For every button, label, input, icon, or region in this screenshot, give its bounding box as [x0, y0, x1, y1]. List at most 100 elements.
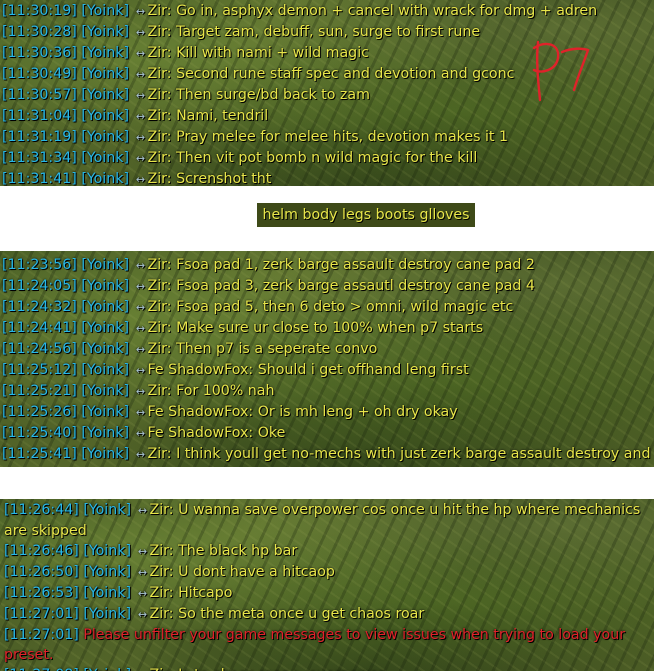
channel-tag[interactable]: [Yoink] [81, 87, 129, 103]
channel-tag[interactable]: [Yoink] [83, 667, 131, 671]
chat-message: [11:24:05] [Yoink] ↔ Zir: Fsoa pad 3, zer… [2, 276, 654, 297]
player-name[interactable]: Zir: [148, 45, 172, 61]
message-text: Then p7 is a seperate convo [176, 341, 378, 357]
player-name[interactable]: Fe ShadowFox: [148, 362, 254, 378]
player-name[interactable]: Zir: [150, 543, 174, 559]
timestamp: [11:27:01] [4, 606, 79, 622]
channel-tag[interactable]: [Yoink] [81, 129, 129, 145]
timestamp: [11:27:08] [4, 667, 79, 671]
channel-tag[interactable]: [Yoink] [81, 108, 129, 124]
chat-message: [11:26:46] [Yoink] ↔ Zir: The black hp ba… [4, 541, 654, 562]
channel-tag[interactable]: [Yoink] [83, 606, 131, 622]
player-name[interactable]: Zir: [148, 299, 172, 315]
rank-icon: ↔ [135, 427, 146, 440]
message-text: Or is mh leng + oh dry okay [257, 404, 458, 420]
channel-tag[interactable]: [Yoink] [83, 543, 131, 559]
chat-message: [11:31:41] [Yoink] ↔ Zir: Screnshot tht [2, 169, 654, 186]
channel-tag[interactable]: [Yoink] [81, 66, 129, 82]
player-name[interactable]: Zir: [148, 150, 172, 166]
rank-icon: ↔ [135, 173, 146, 186]
timestamp: [11:26:46] [4, 543, 79, 559]
timestamp: [11:30:36] [2, 45, 77, 61]
player-name[interactable]: Zir: [148, 24, 172, 40]
timestamp: [11:30:49] [2, 66, 77, 82]
rank-icon: ↔ [135, 364, 146, 377]
timestamp: [11:25:41] [2, 446, 77, 462]
rank-icon: ↔ [137, 587, 148, 600]
chat-message: [11:26:44] [Yoink] ↔ Zir: U wanna save ov… [4, 500, 654, 541]
player-name[interactable]: Zir: [148, 257, 172, 273]
timestamp: [11:25:26] [2, 404, 77, 420]
channel-tag[interactable]: [Yoink] [81, 3, 129, 19]
rank-icon: ↔ [137, 504, 148, 517]
channel-tag[interactable]: [Yoink] [81, 404, 129, 420]
player-name[interactable]: Zir: [150, 564, 174, 580]
channel-tag[interactable]: [Yoink] [81, 446, 129, 462]
player-name[interactable]: Zir: [148, 320, 172, 336]
message-text: Should i get offhand leng first [257, 362, 469, 378]
player-name[interactable]: Fe ShadowFox: [148, 404, 254, 420]
player-name[interactable]: Zir: [148, 446, 172, 462]
rank-icon: ↔ [135, 110, 146, 123]
rank-icon: ↔ [136, 666, 150, 671]
player-name[interactable]: Zir: [148, 3, 172, 19]
player-name[interactable]: Zir: [148, 171, 172, 186]
channel-tag[interactable]: [Yoink] [83, 502, 131, 518]
chat-message: [11:27:08] [Yoink] ↔Zir: Is to chaos roa… [4, 665, 654, 671]
channel-tag[interactable]: [Yoink] [83, 564, 131, 580]
channel-tag[interactable]: [Yoink] [81, 150, 129, 166]
player-name[interactable]: Zir: [148, 383, 172, 399]
channel-tag[interactable]: [Yoink] [81, 257, 129, 273]
player-name[interactable]: Zir: [148, 278, 172, 294]
channel-tag[interactable]: [Yoink] [81, 362, 129, 378]
timestamp: [11:23:56] [2, 257, 77, 273]
player-name[interactable]: Fe ShadowFox: [148, 425, 254, 441]
rank-icon: ↔ [135, 5, 146, 18]
timestamp: [11:31:04] [2, 108, 77, 124]
message-text: Fsoa pad 3, zerk barge assautl destroy c… [176, 278, 535, 294]
message-text: Nami, tendril [176, 108, 269, 124]
player-name[interactable]: Zir: [150, 502, 174, 518]
channel-tag[interactable]: [Yoink] [83, 585, 131, 601]
player-name[interactable]: Zir: [150, 585, 174, 601]
rank-icon: ↔ [137, 566, 148, 579]
chat-message: [11:27:01] [Yoink] ↔ Zir: So the meta onc… [4, 604, 654, 625]
channel-tag[interactable]: [Yoink] [81, 171, 129, 186]
chat-message: [11:27:01] Please unfilter your game mes… [4, 625, 654, 665]
channel-tag[interactable]: [Yoink] [81, 299, 129, 315]
player-name[interactable]: Zir: [148, 129, 172, 145]
channel-tag[interactable]: [Yoink] [81, 383, 129, 399]
player-name[interactable]: Zir: [148, 87, 172, 103]
chat-message: [11:25:21] [Yoink] ↔ Zir: For 100% nah [2, 381, 654, 402]
channel-tag[interactable]: [Yoink] [81, 341, 129, 357]
chat-message: [11:24:56] [Yoink] ↔ Zir: Then p7 is a se… [2, 339, 654, 360]
channel-tag[interactable]: [Yoink] [81, 24, 129, 40]
player-name[interactable]: Zir: [148, 341, 172, 357]
player-name[interactable]: Zir: [148, 66, 172, 82]
chat-message: [11:31:04] [Yoink] ↔ Zir: Nami, tendril [2, 106, 654, 127]
channel-tag[interactable]: [Yoink] [81, 320, 129, 336]
chat-panel-2: [11:23:56] [Yoink] ↔ Zir: Fsoa pad 1, zer… [0, 251, 654, 467]
chat-message: [11:23:56] [Yoink] ↔ Zir: Fsoa pad 1, zer… [2, 255, 654, 276]
rank-icon: ↔ [135, 448, 146, 461]
rank-icon: ↔ [135, 131, 146, 144]
chat-lines: [11:23:56] [Yoink] ↔ Zir: Fsoa pad 1, zer… [0, 255, 654, 467]
channel-tag[interactable]: [Yoink] [81, 425, 129, 441]
message-text: U dont have a hitcaop [178, 564, 335, 580]
chat-message: [11:26:50] [Yoink] ↔ Zir: U dont have a h… [4, 562, 654, 583]
rank-icon: ↔ [135, 322, 146, 335]
timestamp: [11:24:32] [2, 299, 77, 315]
message-text: Make sure ur close to 100% when p7 start… [176, 320, 484, 336]
chat-message: [11:25:12] [Yoink] ↔ Fe ShadowFox: Should… [2, 360, 654, 381]
chat-lines: [11:26:44] [Yoink] ↔ Zir: U wanna save ov… [0, 500, 654, 671]
channel-tag[interactable]: [Yoink] [81, 45, 129, 61]
message-text: Then surge/bd back to zam [176, 87, 370, 103]
rank-icon: ↔ [135, 301, 146, 314]
timestamp: [11:25:21] [2, 383, 77, 399]
chat-message: [11:30:19] [Yoink] ↔ Zir: Go in, asphyx d… [2, 1, 654, 22]
player-name[interactable]: Zir: [148, 108, 172, 124]
channel-tag[interactable]: [Yoink] [81, 278, 129, 294]
timestamp: [11:25:12] [2, 362, 77, 378]
player-name[interactable]: Zir: [150, 606, 174, 622]
player-name[interactable]: Zir: [150, 667, 174, 671]
